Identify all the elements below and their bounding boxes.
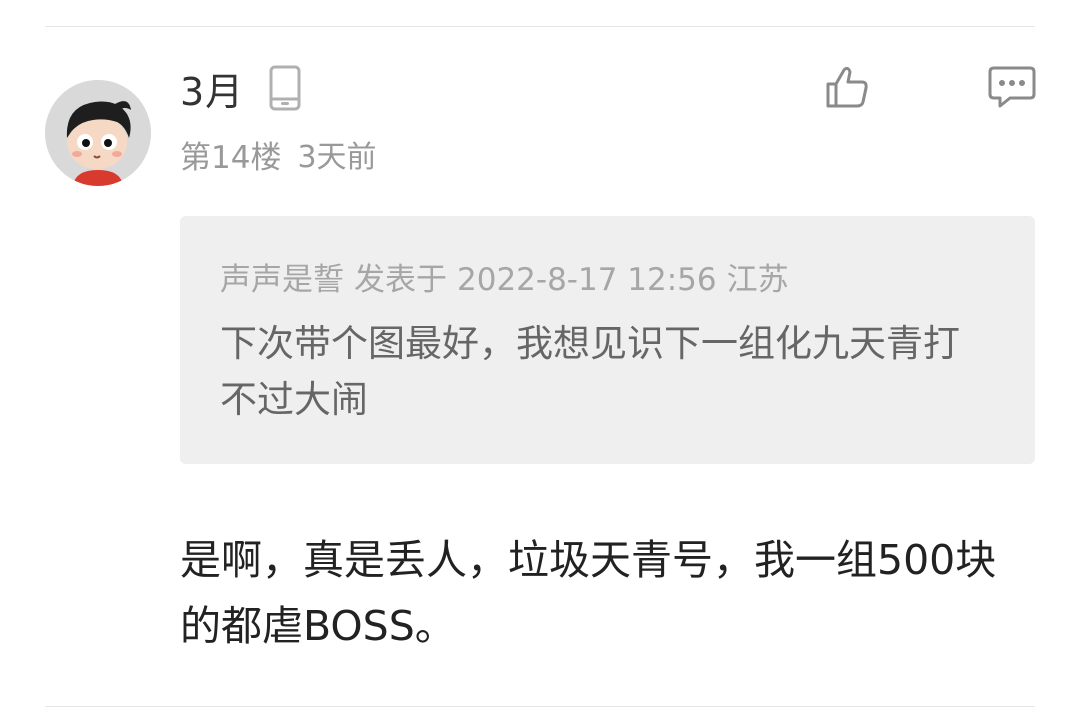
phone-icon	[268, 65, 302, 111]
post-time: 3天前	[297, 140, 377, 175]
quote-meta: 声声是誓 发表于 2022-8-17 12:56 江苏	[220, 258, 995, 302]
top-divider	[45, 26, 1035, 27]
username-row: 3月	[180, 62, 302, 114]
comment-item: 3月 第14楼 3天前 声声是誓发表于 2022-8-17 12:56江苏	[0, 0, 1080, 725]
username[interactable]: 3月	[180, 61, 244, 116]
comment-meta: 第14楼 3天前	[180, 132, 377, 176]
bottom-divider	[45, 706, 1035, 707]
quoted-post[interactable]: 声声是誓 发表于 2022-8-17 12:56 江苏 下次带个图最好，我想见识下一组…	[180, 216, 1035, 464]
thumbs-up-icon[interactable]	[822, 64, 870, 112]
avatar-cartoon-icon	[45, 80, 151, 186]
comment-bubble-icon[interactable]	[988, 66, 1036, 108]
quote-posted-label: 发表于	[354, 262, 447, 298]
quote-author[interactable]: 声声是誓	[220, 262, 344, 298]
avatar[interactable]	[45, 80, 151, 186]
quote-datetime: 2022-8-17 12:56	[457, 262, 717, 298]
floor-number: 第14楼	[180, 139, 282, 176]
quote-location: 江苏	[726, 262, 789, 298]
quote-text: 下次带个图最好，我想见识下一组化九天青打不过大闹	[220, 322, 960, 421]
reply-text: 是啊，真是丢人，垃圾天青号，我一组500块的都虐BOSS。	[180, 536, 997, 650]
